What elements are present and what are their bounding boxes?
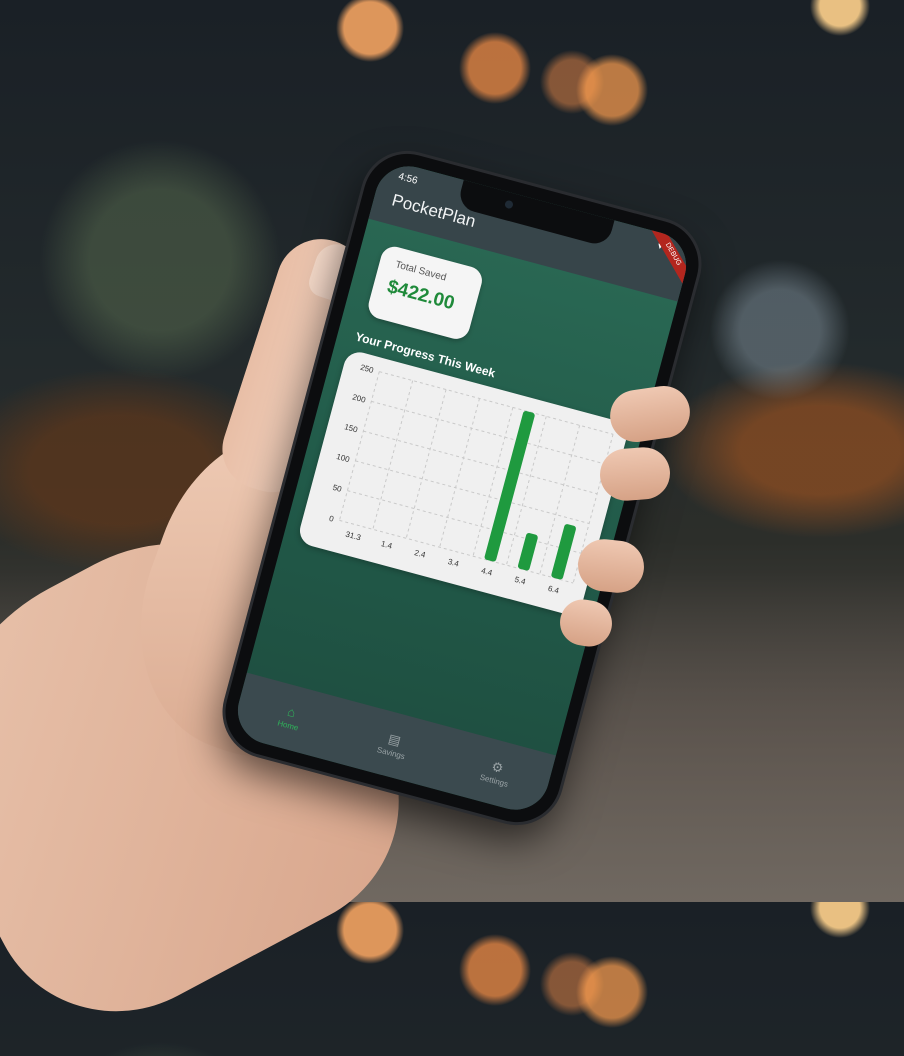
nav-label: Home xyxy=(276,717,300,733)
nav-label: Savings xyxy=(376,744,406,761)
bar-6.4 xyxy=(551,524,576,580)
x-tick-label: 31.3 xyxy=(344,530,362,543)
grid-line-horizontal xyxy=(363,430,598,495)
total-saved-card: Total Saved $422.00 xyxy=(365,243,486,343)
grid-line-horizontal xyxy=(379,371,614,435)
x-tick-label: 2.4 xyxy=(413,548,427,560)
nav-item-home[interactable]: ⌂ Home xyxy=(248,695,332,740)
nav-item-settings[interactable]: ⚙ Settings xyxy=(454,750,538,795)
grid-line-horizontal xyxy=(339,519,574,584)
grid-line-horizontal xyxy=(371,400,606,465)
y-tick-label: 250 xyxy=(359,363,375,375)
y-tick-label: 200 xyxy=(351,393,367,405)
x-tick-label: 3.4 xyxy=(447,557,461,569)
gear-icon: ⚙ xyxy=(490,757,506,776)
nav-label: Settings xyxy=(478,772,510,789)
y-tick-label: 100 xyxy=(335,452,351,464)
x-tick-label: 4.4 xyxy=(480,566,494,578)
y-tick-label: 150 xyxy=(343,422,359,434)
nav-item-savings[interactable]: ▤ Savings xyxy=(351,723,435,768)
total-saved-value: $422.00 xyxy=(384,276,457,315)
x-tick-label: 5.4 xyxy=(514,575,528,587)
y-tick-label: 0 xyxy=(328,514,335,524)
grid-line-horizontal xyxy=(355,460,590,524)
x-tick-label: 6.4 xyxy=(547,584,561,596)
finger-middle xyxy=(598,445,672,503)
grid-line-vertical xyxy=(439,398,480,548)
home-icon: ⌂ xyxy=(285,703,298,720)
bar-5.4 xyxy=(517,533,538,571)
status-time: 4:56 xyxy=(397,170,419,187)
x-tick-label: 1.4 xyxy=(380,539,394,551)
savings-icon: ▤ xyxy=(386,730,403,748)
y-tick-label: 50 xyxy=(332,483,343,494)
